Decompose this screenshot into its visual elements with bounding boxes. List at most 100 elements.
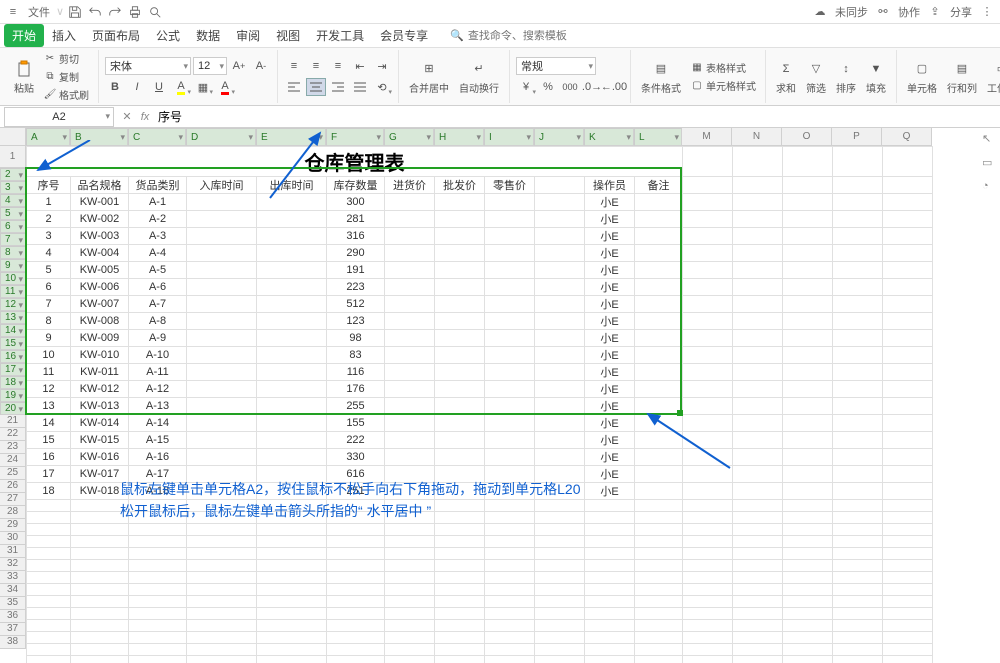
cell-P26[interactable] <box>833 560 883 572</box>
row-header-19[interactable]: 19 <box>0 389 26 402</box>
cell-M8[interactable] <box>683 279 733 296</box>
cell-O7[interactable] <box>783 262 833 279</box>
cell-F25[interactable] <box>327 548 385 560</box>
cell-F23[interactable] <box>327 524 385 536</box>
align-right-button[interactable] <box>328 78 348 96</box>
cell-A32[interactable] <box>27 632 71 644</box>
row-header-28[interactable]: 28 <box>0 506 26 519</box>
cell-P7[interactable] <box>833 262 883 279</box>
cell-B10[interactable]: KW-008 <box>71 313 129 330</box>
cell-Q25[interactable] <box>883 548 933 560</box>
cell-O14[interactable] <box>783 381 833 398</box>
cell-L31[interactable] <box>635 620 683 632</box>
row-header-13[interactable]: 13 <box>0 311 26 324</box>
cell-K8[interactable]: 小E <box>585 279 635 296</box>
fx-icon[interactable]: fx <box>136 111 154 123</box>
cell-N17[interactable] <box>733 432 783 449</box>
cell-J32[interactable] <box>535 632 585 644</box>
cell-M21[interactable] <box>683 500 733 512</box>
cell-F8[interactable]: 223 <box>327 279 385 296</box>
cell-N13[interactable] <box>733 364 783 381</box>
cell-G28[interactable] <box>385 584 435 596</box>
cell-H29[interactable] <box>435 596 485 608</box>
cell-H10[interactable] <box>435 313 485 330</box>
cell-O25[interactable] <box>783 548 833 560</box>
cell-K20[interactable]: 小E <box>585 483 635 500</box>
cell-M20[interactable] <box>683 483 733 500</box>
cell-D15[interactable] <box>187 398 257 415</box>
cell-B28[interactable] <box>71 584 129 596</box>
cell-H5[interactable] <box>435 228 485 245</box>
cell-O32[interactable] <box>783 632 833 644</box>
cell-G4[interactable] <box>385 211 435 228</box>
cell-F31[interactable] <box>327 620 385 632</box>
formula-input[interactable] <box>154 110 1000 124</box>
cell-G7[interactable] <box>385 262 435 279</box>
border-button[interactable]: ▦ <box>193 78 213 96</box>
cell-E13[interactable] <box>257 364 327 381</box>
cell-E30[interactable] <box>257 608 327 620</box>
cell-D24[interactable] <box>187 536 257 548</box>
cell-H7[interactable] <box>435 262 485 279</box>
cell-C8[interactable]: A-6 <box>129 279 187 296</box>
cell-J3[interactable] <box>535 194 585 211</box>
cell-J8[interactable] <box>535 279 585 296</box>
cell-C4[interactable]: A-2 <box>129 211 187 228</box>
tab-公式[interactable]: 公式 <box>148 24 188 47</box>
cell-I14[interactable] <box>485 381 535 398</box>
decrease-indent-button[interactable]: ⇤ <box>350 57 370 75</box>
cell-Q14[interactable] <box>883 381 933 398</box>
cell-B3[interactable]: KW-001 <box>71 194 129 211</box>
cell-P20[interactable] <box>833 483 883 500</box>
cell-C6[interactable]: A-4 <box>129 245 187 262</box>
cell-D7[interactable] <box>187 262 257 279</box>
cell-O8[interactable] <box>783 279 833 296</box>
cell-H11[interactable] <box>435 330 485 347</box>
cell-A29[interactable] <box>27 596 71 608</box>
cell-K4[interactable]: 小E <box>585 211 635 228</box>
row-header-9[interactable]: 9 <box>0 259 26 272</box>
cell-A11[interactable]: 9 <box>27 330 71 347</box>
cell-P8[interactable] <box>833 279 883 296</box>
cond-format-button[interactable]: ▤条件格式 <box>637 57 685 97</box>
cell-M16[interactable] <box>683 415 733 432</box>
cell-O2[interactable] <box>783 177 833 194</box>
cell-P5[interactable] <box>833 228 883 245</box>
cell-Q4[interactable] <box>883 211 933 228</box>
cell-B7[interactable]: KW-005 <box>71 262 129 279</box>
cell-M10[interactable] <box>683 313 733 330</box>
cell-C5[interactable]: A-3 <box>129 228 187 245</box>
cell-A27[interactable] <box>27 572 71 584</box>
cell-B34[interactable] <box>71 656 129 663</box>
cell-D10[interactable] <box>187 313 257 330</box>
cell-K30[interactable] <box>585 608 635 620</box>
cell-P34[interactable] <box>833 656 883 663</box>
cell-O18[interactable] <box>783 449 833 466</box>
cell-E18[interactable] <box>257 449 327 466</box>
col-header-D[interactable]: D <box>186 128 256 146</box>
cell-Q13[interactable] <box>883 364 933 381</box>
cell-O21[interactable] <box>783 500 833 512</box>
cell-N31[interactable] <box>733 620 783 632</box>
tab-开发工具[interactable]: 开发工具 <box>308 24 372 47</box>
cell-D32[interactable] <box>187 632 257 644</box>
cell-H18[interactable] <box>435 449 485 466</box>
cell-M19[interactable] <box>683 466 733 483</box>
cell-P12[interactable] <box>833 347 883 364</box>
row-header-33[interactable]: 33 <box>0 571 26 584</box>
cell-O4[interactable] <box>783 211 833 228</box>
cell-J26[interactable] <box>535 560 585 572</box>
cell-B32[interactable] <box>71 632 129 644</box>
cell-H12[interactable] <box>435 347 485 364</box>
cell-P21[interactable] <box>833 500 883 512</box>
cell-L9[interactable] <box>635 296 683 313</box>
cell-M5[interactable] <box>683 228 733 245</box>
cell-O27[interactable] <box>783 572 833 584</box>
row-header-23[interactable]: 23 <box>0 441 26 454</box>
cell-G33[interactable] <box>385 644 435 656</box>
row-header-36[interactable]: 36 <box>0 610 26 623</box>
row-header-24[interactable]: 24 <box>0 454 26 467</box>
cell-M13[interactable] <box>683 364 733 381</box>
font-color-button[interactable]: A <box>215 78 235 96</box>
cell-H25[interactable] <box>435 548 485 560</box>
